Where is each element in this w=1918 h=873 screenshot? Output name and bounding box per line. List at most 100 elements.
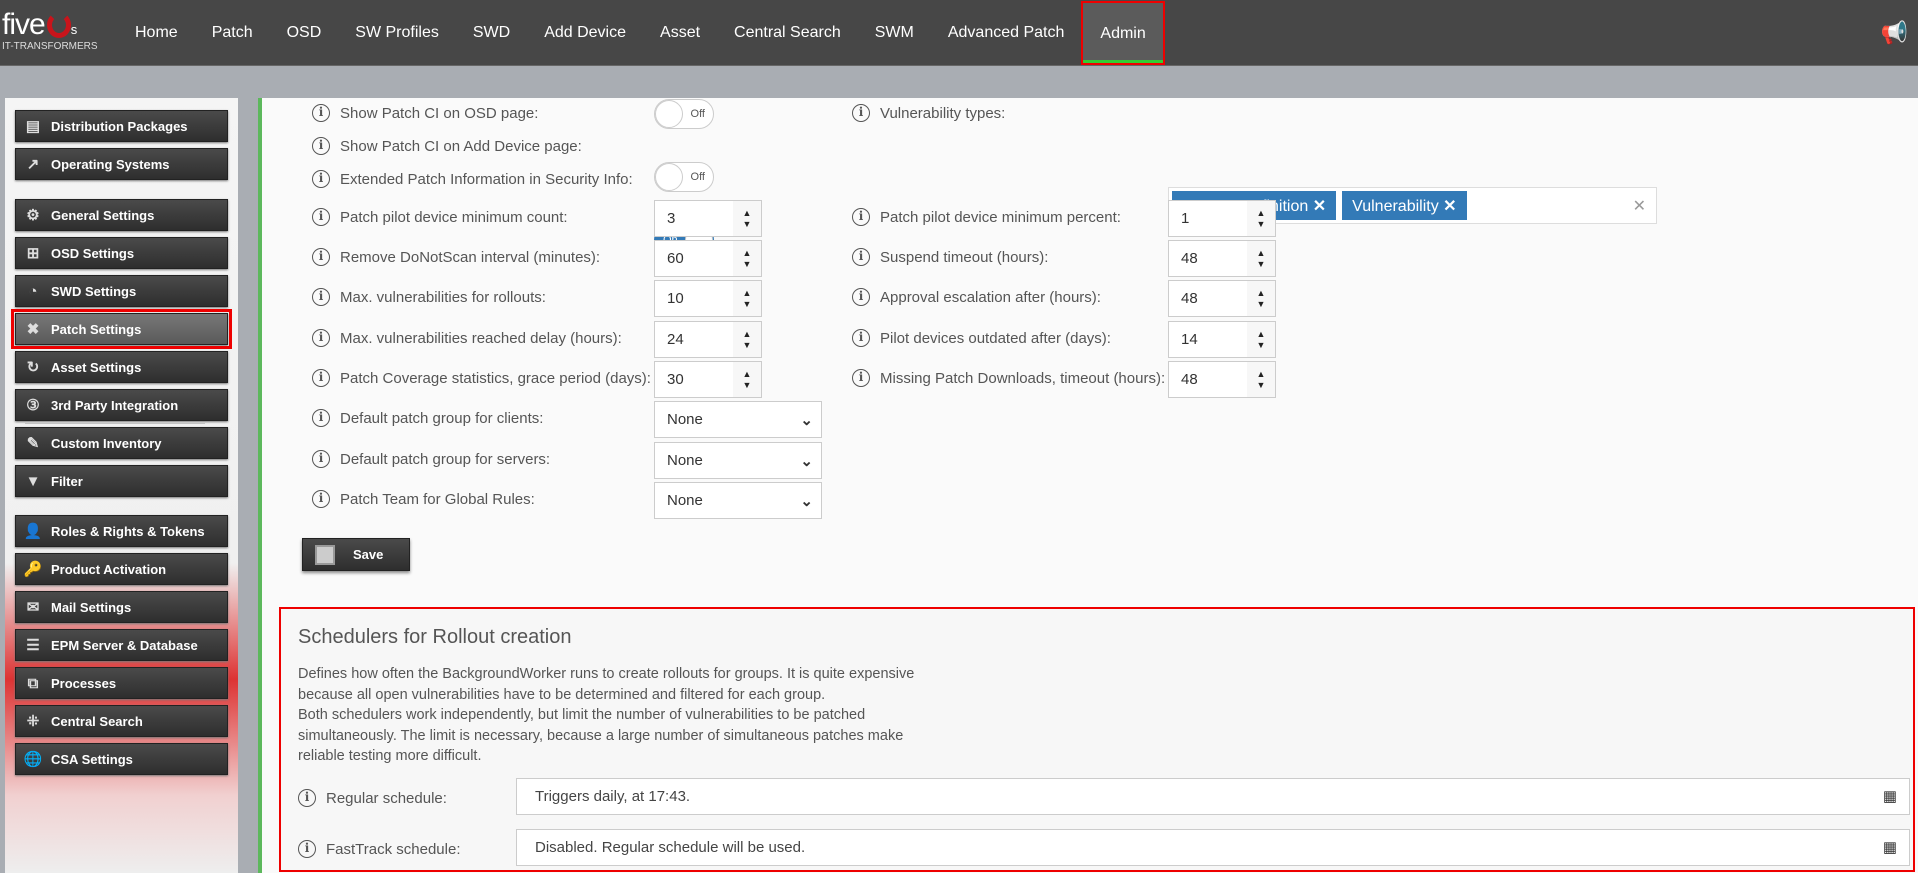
spinner-arrows-icon[interactable]: ▲ ▼ [733, 322, 761, 357]
nav-item-asset[interactable]: Asset [643, 0, 717, 66]
sidebar-item-3rd-party-integration[interactable]: ③ 3rd Party Integration [15, 389, 228, 421]
info-icon[interactable]: i [312, 409, 330, 427]
number-input-patch-pilot-device-minimum-count[interactable]: 3 ▲ ▼ [654, 200, 762, 237]
number-input-missing-patch-downloads-timeout-hours[interactable]: 48 ▲ ▼ [1168, 361, 1276, 398]
label: Regular schedule: [326, 789, 447, 807]
input-value: 10 [667, 290, 684, 307]
sidebar-item-general-settings[interactable]: ⚙ General Settings [15, 199, 228, 231]
sidebar-item-product-activation[interactable]: 🔑 Product Activation [15, 553, 228, 585]
megaphone-icon[interactable]: 📢 [1881, 20, 1908, 46]
sidebar-item-roles-rights-tokens[interactable]: 👤 Roles & Rights & Tokens [15, 515, 228, 547]
sidebar-item-distribution-packages[interactable]: ▤ Distribution Packages [15, 110, 228, 142]
number-input-patch-pilot-device-minimum-percent[interactable]: 1 ▲ ▼ [1168, 200, 1276, 237]
number-input-max-vulnerabilities-reached-delay-hours[interactable]: 24 ▲ ▼ [654, 321, 762, 358]
save-button[interactable]: Save [302, 538, 410, 571]
nav-item-swd[interactable]: SWD [456, 0, 527, 66]
info-icon[interactable]: i [852, 369, 870, 387]
label-text: Vulnerability types: [880, 104, 1006, 122]
nav-item-patch[interactable]: Patch [195, 0, 270, 66]
fasttrack-schedule-label: i FastTrack schedule: [298, 840, 461, 858]
number-input-patch-coverage-statistics-grace-period-days[interactable]: 30 ▲ ▼ [654, 361, 762, 398]
setting-label: i Show Patch CI on Add Device page: [312, 137, 582, 155]
number-input-suspend-timeout-hours[interactable]: 48 ▲ ▼ [1168, 240, 1276, 277]
info-icon[interactable]: i [312, 170, 330, 188]
info-icon[interactable]: i [312, 288, 330, 306]
info-icon[interactable]: i [298, 789, 316, 807]
nav-item-swm[interactable]: SWM [858, 0, 931, 66]
nav-item-advanced-patch[interactable]: Advanced Patch [931, 0, 1082, 66]
sidebar-item-central-search[interactable]: ⁜ Central Search [15, 705, 228, 737]
sidebar-item-epm-server-database[interactable]: ☰ EPM Server & Database [15, 629, 228, 661]
spinner-arrows-icon[interactable]: ▲ ▼ [1247, 201, 1275, 236]
toggle-state: Off [690, 171, 705, 183]
info-icon[interactable]: i [852, 288, 870, 306]
spinner-arrows-icon[interactable]: ▲ ▼ [733, 281, 761, 316]
info-icon[interactable]: i [298, 840, 316, 858]
select-default-patch-group-for-servers[interactable]: None ⌄ [654, 442, 822, 479]
info-icon[interactable]: i [312, 369, 330, 387]
toggle-show-patch-ci-on-add-device-page[interactable]: Off [654, 162, 714, 192]
remove-tag-icon[interactable]: ✕ [1439, 198, 1456, 215]
sidebar-item-swd-settings[interactable]: ◔ SWD Settings [15, 275, 228, 307]
sidebar-item-label: General Settings [51, 207, 155, 223]
info-icon[interactable]: i [312, 329, 330, 347]
label-text: Show Patch CI on OSD page: [340, 104, 539, 122]
sidebar-item-label: Operating Systems [51, 156, 170, 172]
info-icon[interactable]: i [852, 208, 870, 226]
info-icon[interactable]: i [312, 450, 330, 468]
sidebar-item-mail-settings[interactable]: ✉ Mail Settings [15, 591, 228, 623]
nav-item-central-search[interactable]: Central Search [717, 0, 858, 66]
number-input-pilot-devices-outdated-after-days[interactable]: 14 ▲ ▼ [1168, 321, 1276, 358]
calendar-icon[interactable]: ▦ [1883, 838, 1897, 856]
regular-schedule-input[interactable]: Triggers daily, at 17:43. ▦ [516, 778, 1910, 815]
number-input-remove-donotscan-interval-minutes[interactable]: 60 ▲ ▼ [654, 240, 762, 277]
sidebar-item-asset-settings[interactable]: ↻ Asset Settings [15, 351, 228, 383]
info-icon[interactable]: i [312, 208, 330, 226]
toggle-show-patch-ci-on-osd-page[interactable]: Off [654, 99, 714, 129]
nav-item-sw-profiles[interactable]: SW Profiles [338, 0, 456, 66]
info-icon[interactable]: i [852, 104, 870, 122]
info-icon[interactable]: i [852, 329, 870, 347]
sidebar-item-filter[interactable]: ▼ Filter [15, 465, 228, 497]
sidebar-item-custom-inventory[interactable]: ✎ Custom Inventory [15, 427, 228, 459]
sidebar-item-csa-settings[interactable]: 🌐 CSA Settings [15, 743, 228, 775]
tag-vulnerability[interactable]: Vulnerability ✕ [1342, 191, 1467, 220]
info-icon[interactable]: i [312, 137, 330, 155]
spinner-arrows-icon[interactable]: ▲ ▼ [1247, 322, 1275, 357]
sidebar-item-patch-settings[interactable]: ✖ Patch Settings [11, 309, 232, 349]
mail-settings-icon: ✉ [26, 599, 40, 616]
sidebar-item-osd-settings[interactable]: ⊞ OSD Settings [15, 237, 228, 269]
remove-tag-icon[interactable]: ✕ [1308, 198, 1326, 215]
clear-all-icon[interactable]: ✕ [1633, 196, 1646, 216]
nav-item-admin[interactable]: Admin [1081, 1, 1165, 65]
section-title: Schedulers for Rollout creation [298, 626, 572, 648]
sidebar-item-operating-systems[interactable]: ↗ Operating Systems [15, 148, 228, 180]
nav-item-add-device[interactable]: Add Device [527, 0, 643, 66]
spinner-arrows-icon[interactable]: ▲ ▼ [733, 362, 761, 397]
number-input-max-vulnerabilities-for-rollouts[interactable]: 10 ▲ ▼ [654, 280, 762, 317]
spinner-arrows-icon[interactable]: ▲ ▼ [1247, 281, 1275, 316]
nav-item-osd[interactable]: OSD [270, 0, 339, 66]
logo[interactable]: five s IT-TRANSFORMERS [2, 10, 98, 53]
spinner-arrows-icon[interactable]: ▲ ▼ [733, 201, 761, 236]
info-icon[interactable]: i [852, 248, 870, 266]
spinner-arrows-icon[interactable]: ▲ ▼ [733, 241, 761, 276]
info-icon[interactable]: i [312, 104, 330, 122]
number-input-approval-escalation-after-hours[interactable]: 48 ▲ ▼ [1168, 280, 1276, 317]
select-value: None [667, 411, 703, 428]
logo-s: s [70, 22, 78, 37]
select-patch-team-for-global-rules[interactable]: None ⌄ [654, 482, 822, 519]
setting-label: i Remove DoNotScan interval (minutes): [312, 248, 600, 266]
info-icon[interactable]: i [312, 248, 330, 266]
regular-schedule-value: Triggers daily, at 17:43. [535, 788, 691, 805]
info-icon[interactable]: i [312, 490, 330, 508]
sidebar-item-label: OSD Settings [51, 245, 135, 261]
spinner-arrows-icon[interactable]: ▲ ▼ [1247, 241, 1275, 276]
select-default-patch-group-for-clients[interactable]: None ⌄ [654, 401, 822, 438]
fasttrack-schedule-input[interactable]: Disabled. Regular schedule will be used.… [516, 829, 1910, 866]
spinner-arrows-icon[interactable]: ▲ ▼ [1247, 362, 1275, 397]
nav-item-home[interactable]: Home [118, 0, 195, 66]
calendar-icon[interactable]: ▦ [1883, 787, 1897, 805]
processes-icon: ⧉ [27, 674, 39, 692]
sidebar-item-processes[interactable]: ⧉ Processes [15, 667, 228, 699]
